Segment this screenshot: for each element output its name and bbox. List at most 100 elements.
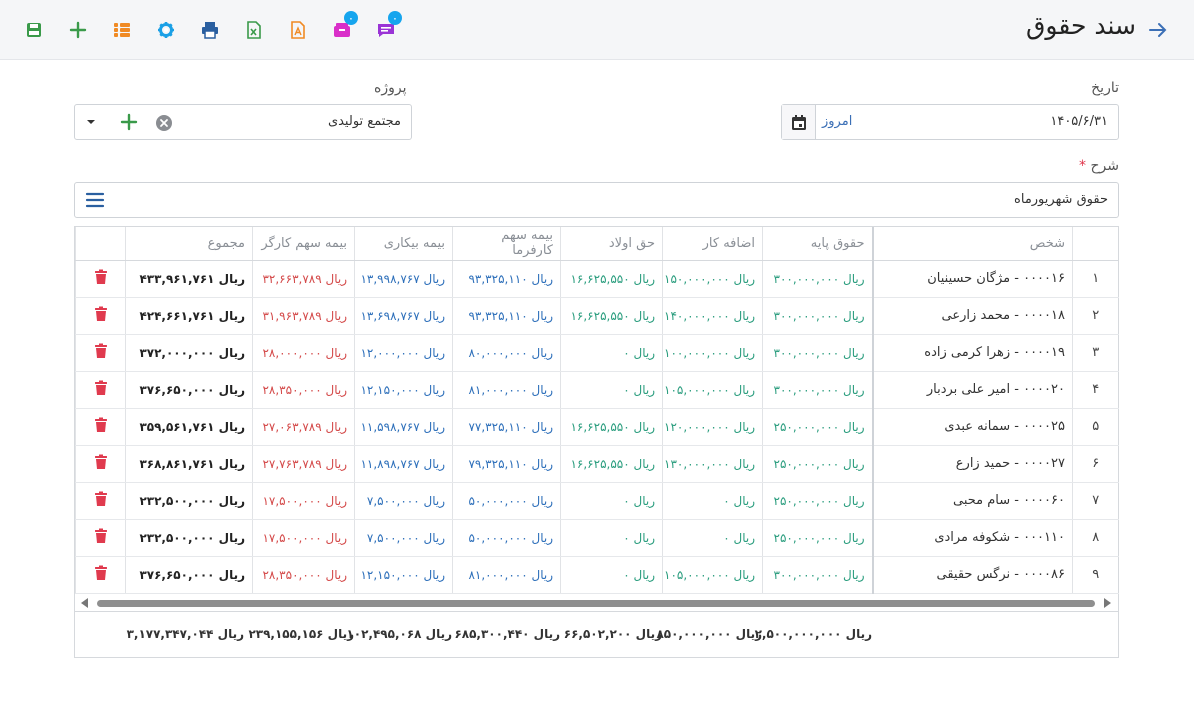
row-unemployment-insurance[interactable]: ریال ۷,۵۰۰,۰۰۰ [354, 519, 453, 557]
row-total[interactable]: ریال ۳۶۸,۸۶۱,۷۶۱ [125, 445, 253, 483]
row-total[interactable]: ریال ۲۳۲,۵۰۰,۰۰۰ [125, 519, 253, 557]
messages-button[interactable]: ۰ [370, 11, 402, 46]
row-total[interactable]: ریال ۳۷۶,۶۵۰,۰۰۰ [125, 556, 253, 594]
col-child-allowance[interactable]: حق اولاد [560, 227, 663, 261]
row-child-allowance[interactable]: ریال ۱۶,۶۲۵,۵۵۰ [560, 297, 663, 335]
date-field[interactable]: ۱۴۰۵/۶/۳۱ امروز [781, 104, 1119, 140]
delete-icon[interactable] [94, 343, 108, 359]
row-overtime[interactable]: ریال ۱۲۰,۰۰۰,۰۰۰ [662, 408, 763, 446]
scroll-right-arrow[interactable] [1104, 598, 1111, 608]
row-employer-insurance[interactable]: ریال ۹۳,۳۲۵,۱۱۰ [452, 297, 561, 335]
horizontal-scrollbar[interactable] [81, 598, 1111, 608]
delete-icon[interactable] [94, 417, 108, 433]
row-unemployment-insurance[interactable]: ریال ۱۱,۸۹۸,۷۶۷ [354, 445, 453, 483]
row-worker-insurance[interactable]: ریال ۲۷,۰۶۳,۷۸۹ [252, 408, 355, 446]
row-total[interactable]: ریال ۴۲۴,۶۶۱,۷۶۱ [125, 297, 253, 335]
delete-icon[interactable] [94, 454, 108, 470]
col-person[interactable]: شخص [871, 227, 1073, 261]
table-row[interactable]: ۹ ۰۰۰۰۸۶ - نرگس حقیقی ریال ۳۰۰,۰۰۰,۰۰۰ ریال… [75, 556, 1119, 594]
description-input[interactable]: حقوق شهریورماه [74, 182, 1119, 218]
row-total[interactable]: ریال ۲۳۲,۵۰۰,۰۰۰ [125, 482, 253, 520]
row-employer-insurance[interactable]: ریال ۵۰,۰۰۰,۰۰۰ [452, 482, 561, 520]
row-unemployment-insurance[interactable]: ریال ۱۳,۹۹۸,۷۶۷ [354, 260, 453, 298]
table-row[interactable]: ۸ ۰۰۰۱۱۰ - شکوفه مرادی ریال ۲۵۰,۰۰۰,۰۰۰ ریا… [75, 519, 1119, 557]
table-row[interactable]: ۶ ۰۰۰۰۲۷ - حمید زارع ریال ۲۵۰,۰۰۰,۰۰۰ ریال … [75, 445, 1119, 483]
row-employer-insurance[interactable]: ریال ۷۷,۳۲۵,۱۱۰ [452, 408, 561, 446]
row-unemployment-insurance[interactable]: ریال ۱۲,۱۵۰,۰۰۰ [354, 371, 453, 409]
row-unemployment-insurance[interactable]: ریال ۱۲,۰۰۰,۰۰۰ [354, 334, 453, 372]
row-child-allowance[interactable]: ریال ۰ [560, 556, 663, 594]
row-overtime[interactable]: ریال ۱۰۵,۰۰۰,۰۰۰ [662, 556, 763, 594]
row-base-salary[interactable]: ریال ۳۰۰,۰۰۰,۰۰۰ [762, 371, 873, 409]
row-worker-insurance[interactable]: ریال ۲۷,۷۶۳,۷۸۹ [252, 445, 355, 483]
row-person[interactable]: ۰۰۰۰۲۷ - حمید زارع [871, 445, 1073, 483]
project-select[interactable]: مجتمع تولیدی [74, 104, 412, 140]
print-button[interactable] [194, 14, 226, 46]
row-index[interactable]: ۷ [1072, 482, 1119, 520]
row-base-salary[interactable]: ریال ۳۰۰,۰۰۰,۰۰۰ [762, 297, 873, 335]
row-unemployment-insurance[interactable]: ریال ۷,۵۰۰,۰۰۰ [354, 482, 453, 520]
col-total[interactable]: مجموع [125, 227, 253, 261]
back-button[interactable] [1144, 16, 1172, 44]
row-overtime[interactable]: ریال ۰ [662, 482, 763, 520]
row-overtime[interactable]: ریال ۱۵۰,۰۰۰,۰۰۰ [662, 260, 763, 298]
row-employer-insurance[interactable]: ریال ۵۰,۰۰۰,۰۰۰ [452, 519, 561, 557]
table-row[interactable]: ۷ ۰۰۰۰۶۰ - سام محبی ریال ۲۵۰,۰۰۰,۰۰۰ ریال ۰… [75, 482, 1119, 520]
row-base-salary[interactable]: ریال ۲۵۰,۰۰۰,۰۰۰ [762, 519, 873, 557]
row-base-salary[interactable]: ریال ۳۰۰,۰۰۰,۰۰۰ [762, 334, 873, 372]
row-index[interactable]: ۳ [1072, 334, 1119, 372]
delete-icon[interactable] [94, 306, 108, 322]
row-person[interactable]: ۰۰۰۰۱۸ - محمد زارعی [871, 297, 1073, 335]
row-base-salary[interactable]: ریال ۲۵۰,۰۰۰,۰۰۰ [762, 445, 873, 483]
row-overtime[interactable]: ریال ۱۴۰,۰۰۰,۰۰۰ [662, 297, 763, 335]
row-total[interactable]: ریال ۳۷۲,۰۰۰,۰۰۰ [125, 334, 253, 372]
col-employer-insurance[interactable]: بیمه سهم کارفرما [452, 227, 561, 261]
table-row[interactable]: ۱ ۰۰۰۰۱۶ - مژگان حسینیان ریال ۳۰۰,۰۰۰,۰۰۰ ر… [75, 260, 1119, 298]
scroll-thumb[interactable] [97, 600, 1095, 607]
col-worker-insurance[interactable]: بیمه سهم کارگر [252, 227, 355, 261]
row-overtime[interactable]: ریال ۱۰۰,۰۰۰,۰۰۰ [662, 334, 763, 372]
row-person[interactable]: ۰۰۰۰۲۰ - امیر علی بردبار [871, 371, 1073, 409]
row-child-allowance[interactable]: ریال ۱۶,۶۲۵,۵۵۰ [560, 445, 663, 483]
calendar-button[interactable] [782, 105, 816, 139]
row-worker-insurance[interactable]: ریال ۱۷,۵۰۰,۰۰۰ [252, 482, 355, 520]
scroll-left-arrow[interactable] [81, 598, 88, 608]
row-base-salary[interactable]: ریال ۳۰۰,۰۰۰,۰۰۰ [762, 556, 873, 594]
row-employer-insurance[interactable]: ریال ۷۹,۳۲۵,۱۱۰ [452, 445, 561, 483]
row-total[interactable]: ریال ۳۵۹,۵۶۱,۷۶۱ [125, 408, 253, 446]
row-person[interactable]: ۰۰۰۱۱۰ - شکوفه مرادی [871, 519, 1073, 557]
table-row[interactable]: ۴ ۰۰۰۰۲۰ - امیر علی بردبار ریال ۳۰۰,۰۰۰,۰۰… [75, 371, 1119, 409]
row-worker-insurance[interactable]: ریال ۳۲,۶۶۳,۷۸۹ [252, 260, 355, 298]
row-index[interactable]: ۸ [1072, 519, 1119, 557]
row-child-allowance[interactable]: ریال ۰ [560, 519, 663, 557]
row-employer-insurance[interactable]: ریال ۸۰,۰۰۰,۰۰۰ [452, 334, 561, 372]
row-unemployment-insurance[interactable]: ریال ۱۳,۶۹۸,۷۶۷ [354, 297, 453, 335]
export-pdf-button[interactable] [282, 14, 314, 46]
col-unemployment-insurance[interactable]: بیمه بیکاری [354, 227, 453, 261]
delete-icon[interactable] [94, 380, 108, 396]
notifications-button[interactable]: ۰ [326, 11, 358, 46]
row-worker-insurance[interactable]: ریال ۳۱,۹۶۳,۷۸۹ [252, 297, 355, 335]
table-row[interactable]: ۲ ۰۰۰۰۱۸ - محمد زارعی ریال ۳۰۰,۰۰۰,۰۰۰ ریال… [75, 297, 1119, 335]
list-button[interactable] [106, 14, 138, 46]
row-index[interactable]: ۴ [1072, 371, 1119, 409]
delete-icon[interactable] [94, 528, 108, 544]
table-row[interactable]: ۵ ۰۰۰۰۲۵ - سمانه عبدی ریال ۲۵۰,۰۰۰,۰۰۰ ریال… [75, 408, 1119, 446]
row-person[interactable]: ۰۰۰۰۶۰ - سام محبی [871, 482, 1073, 520]
row-person[interactable]: ۰۰۰۰۱۹ - زهرا کرمی زاده [871, 334, 1073, 372]
row-index[interactable]: ۲ [1072, 297, 1119, 335]
delete-icon[interactable] [94, 565, 108, 581]
row-employer-insurance[interactable]: ریال ۸۱,۰۰۰,۰۰۰ [452, 556, 561, 594]
today-link[interactable]: امروز [822, 114, 852, 129]
clear-icon[interactable] [155, 114, 173, 132]
row-child-allowance[interactable]: ریال ۱۶,۶۲۵,۵۵۰ [560, 260, 663, 298]
row-child-allowance[interactable]: ریال ۰ [560, 371, 663, 409]
row-overtime[interactable]: ریال ۱۳۰,۰۰۰,۰۰۰ [662, 445, 763, 483]
row-index[interactable]: ۵ [1072, 408, 1119, 446]
row-overtime[interactable]: ریال ۰ [662, 519, 763, 557]
col-overtime[interactable]: اضافه کار [662, 227, 763, 261]
row-worker-insurance[interactable]: ریال ۲۸,۰۰۰,۰۰۰ [252, 334, 355, 372]
row-total[interactable]: ریال ۴۳۳,۹۶۱,۷۶۱ [125, 260, 253, 298]
row-total[interactable]: ریال ۳۷۶,۶۵۰,۰۰۰ [125, 371, 253, 409]
row-person[interactable]: ۰۰۰۰۱۶ - مژگان حسینیان [871, 260, 1073, 298]
